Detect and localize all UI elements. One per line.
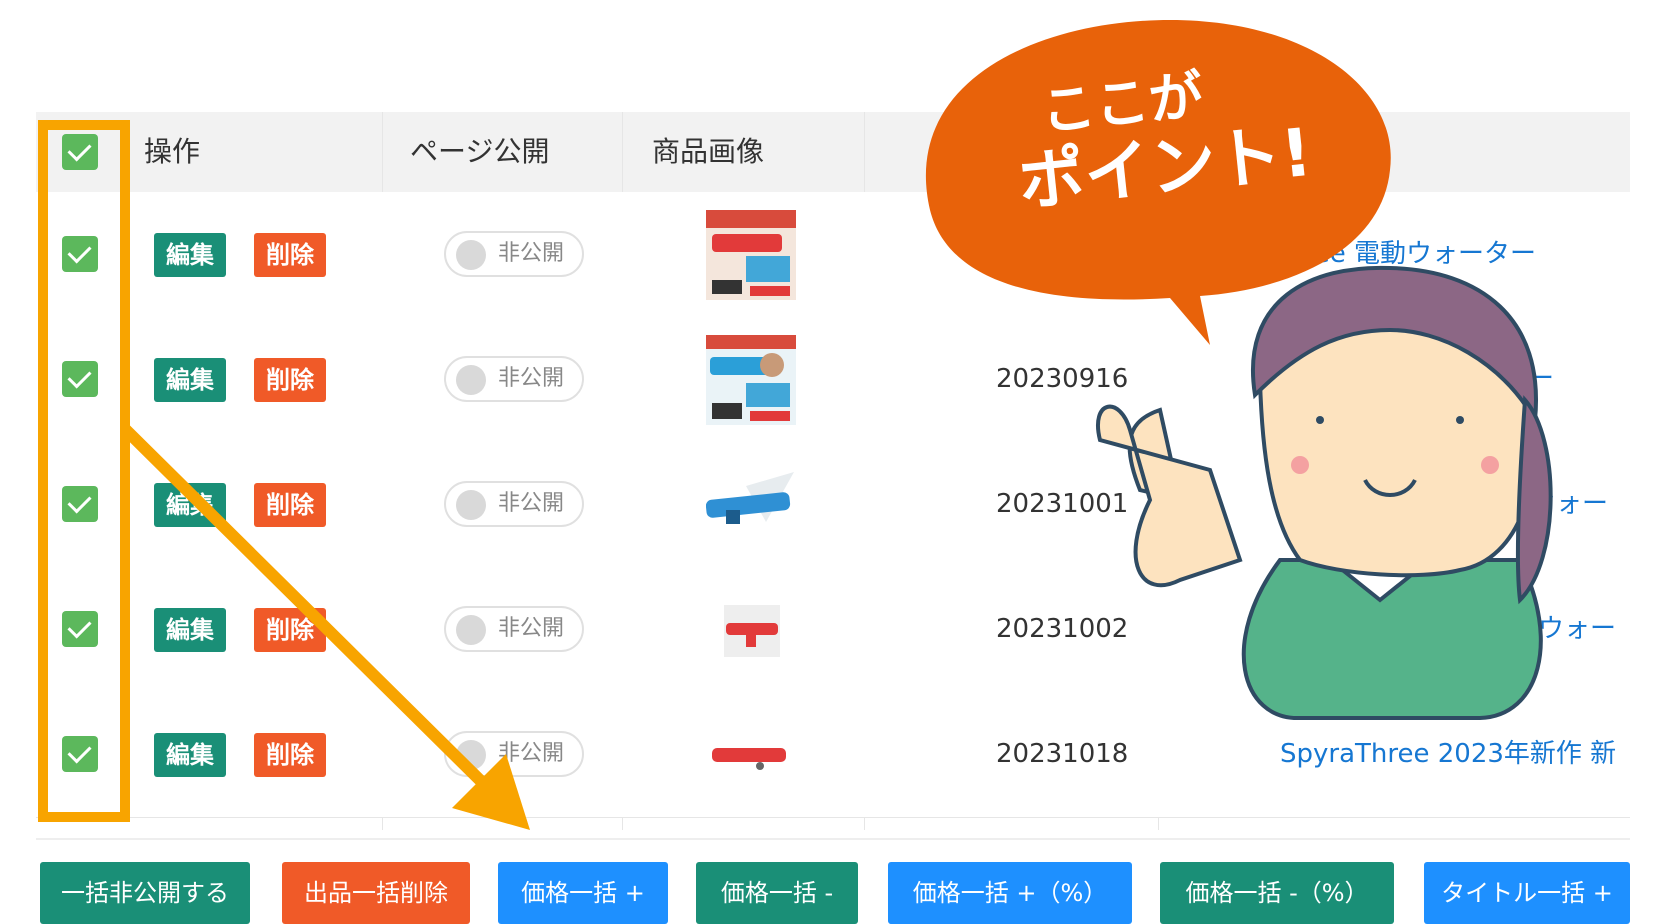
toggle-knob [456, 240, 486, 270]
publish-toggle[interactable]: 非公開 [444, 356, 584, 402]
product-thumbnail[interactable] [706, 210, 796, 300]
delete-button[interactable]: 削除 [254, 733, 326, 777]
product-title-link[interactable]: Spyra Three 電動ウォーター [1188, 192, 1536, 317]
product-code: 20231001 [996, 489, 1129, 519]
table-header: 操作 ページ公開 商品画像 [36, 112, 1630, 193]
bulk-price-minus-button[interactable]: 価格一括 - [696, 862, 858, 924]
delete-button[interactable]: 削除 [254, 608, 326, 652]
bulk-unpublish-button[interactable]: 一括非公開する [40, 862, 250, 924]
publish-status: 非公開 [498, 366, 565, 391]
product-thumbnail[interactable] [706, 710, 796, 800]
product-title-link[interactable]: SpyraThree 2023年新作 新 [1280, 692, 1616, 817]
edit-button[interactable]: 編集 [154, 608, 226, 652]
bulk-action-bar: 一括非公開する 出品一括削除 価格一括 + 価格一括 - 価格一括 +（%） 価… [36, 838, 1630, 924]
product-code: 20230916 [996, 364, 1129, 394]
product-code: 20231018 [996, 739, 1129, 769]
checkbox-highlight-frame [38, 120, 130, 822]
delete-button[interactable]: 削除 [254, 483, 326, 527]
publish-status: 非公開 [498, 491, 565, 516]
edit-button[interactable]: 編集 [154, 483, 226, 527]
bulk-title-plus-button[interactable]: タイトル一括 + [1424, 862, 1630, 924]
publish-toggle[interactable]: 非公開 [444, 731, 584, 777]
toggle-knob [456, 615, 486, 645]
product-title-link[interactable]: ーター [1476, 317, 1554, 442]
edit-button[interactable]: 編集 [154, 733, 226, 777]
product-thumbnail[interactable] [706, 585, 796, 675]
product-code: 20231002 [996, 614, 1129, 644]
delete-button[interactable]: 削除 [254, 358, 326, 402]
table-row: 編集 削除 非公開 20231018 SpyraThree 2023年新作 新 [36, 692, 1630, 818]
product-thumbnail[interactable] [706, 335, 796, 425]
publish-toggle[interactable]: 非公開 [444, 231, 584, 277]
product-table: 操作 ページ公開 商品画像 編集 削除 非公開 Spyra Three 電動ウォ… [36, 112, 1630, 830]
bulk-price-plus-button[interactable]: 価格一括 + [498, 862, 668, 924]
publish-toggle[interactable]: 非公開 [444, 481, 584, 527]
bulk-delete-listings-button[interactable]: 出品一括削除 [282, 862, 470, 924]
header-product-image: 商品画像 [652, 135, 765, 168]
toggle-knob [456, 365, 486, 395]
publish-status: 非公開 [498, 241, 565, 266]
publish-toggle[interactable]: 非公開 [444, 606, 584, 652]
product-title-link[interactable]: 代のウォー [1486, 567, 1616, 692]
edit-button[interactable]: 編集 [154, 358, 226, 402]
table-row: 編集 削除 非公開 20230916 ーター [36, 317, 1630, 443]
toggle-knob [456, 740, 486, 770]
edit-button[interactable]: 編集 [154, 233, 226, 277]
toggle-knob [456, 490, 486, 520]
table-row: 編集 削除 非公開 20231001 のウォー [36, 442, 1630, 568]
bulk-price-plus-percent-button[interactable]: 価格一括 +（%） [888, 862, 1132, 924]
delete-button[interactable]: 削除 [254, 233, 326, 277]
publish-status: 非公開 [498, 741, 565, 766]
publish-status: 非公開 [498, 616, 565, 641]
table-row: 編集 削除 非公開 20231002 代のウォー [36, 567, 1630, 693]
product-title-link[interactable]: のウォー [1504, 442, 1608, 567]
table-row: 編集 削除 非公開 Spyra Three 電動ウォーター [36, 192, 1630, 318]
header-operations: 操作 [144, 135, 201, 168]
right-edge-cover [1630, 0, 1664, 922]
header-page-publish: ページ公開 [410, 135, 550, 168]
product-thumbnail[interactable] [706, 460, 796, 550]
bulk-price-minus-percent-button[interactable]: 価格一括 -（%） [1160, 862, 1394, 924]
